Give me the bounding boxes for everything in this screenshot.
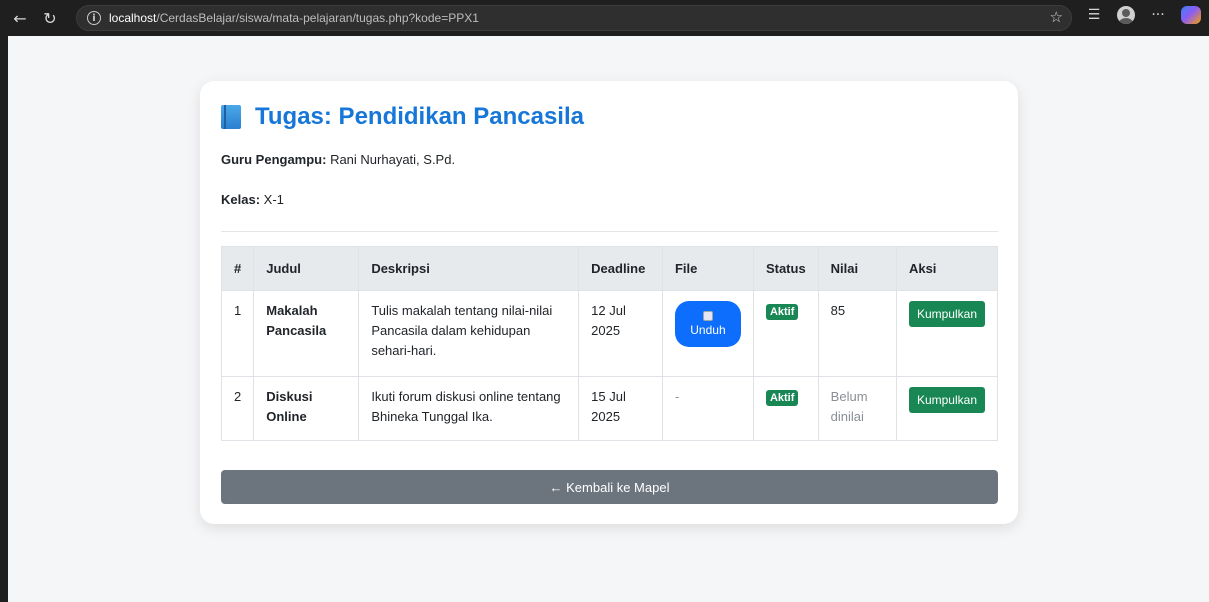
teacher-label: Guru Pengampu: [221, 152, 327, 167]
back-arrow-icon[interactable]: ← [8, 6, 32, 30]
cell-deskripsi: Ikuti forum diskusi online tentang Bhine… [358, 376, 580, 441]
cell-no: 1 [220, 290, 255, 377]
cell-no: 2 [220, 376, 255, 441]
book-icon [221, 105, 241, 129]
cell-judul: Makalah Pancasila [253, 290, 360, 377]
cell-aksi: Kumpulkan [895, 376, 999, 441]
cell-file: - [661, 376, 754, 441]
table-row: 2 Diskusi Online Ikuti forum diskusi onl… [220, 376, 999, 441]
reload-icon[interactable]: ↻ [38, 6, 62, 30]
header-judul: Judul [253, 246, 360, 291]
browser-toolbar: ← ↻ i localhost/CerdasBelajar/siswa/mata… [0, 0, 1209, 36]
header-deskripsi: Deskripsi [358, 246, 580, 291]
back-to-subject-button[interactable]: ← Kembali ke Mapel [221, 470, 998, 504]
submit-button[interactable]: Kumpulkan [908, 387, 985, 413]
cell-nilai: 85 [817, 290, 897, 377]
cell-status: Aktif [752, 376, 819, 441]
status-badge: Aktif [765, 390, 799, 406]
favorites-list-icon[interactable]: ☰ [1085, 7, 1103, 23]
page-viewport: Tugas: Pendidikan Pancasila Guru Pengamp… [8, 36, 1209, 602]
cell-deskripsi: Tulis makalah tentang nilai-nilai Pancas… [358, 290, 580, 377]
cell-deadline: 12 Jul 2025 [578, 290, 663, 377]
task-card: Tugas: Pendidikan Pancasila Guru Pengamp… [200, 81, 1018, 524]
class-info: Kelas: X-1 [221, 192, 284, 207]
cell-status: Aktif [752, 290, 819, 377]
teacher-info: Guru Pengampu: Rani Nurhayati, S.Pd. [221, 152, 455, 167]
table-header-row: # Judul Deskripsi Deadline File Status N… [220, 246, 999, 291]
url-path: /CerdasBelajar/siswa/mata-pelajaran/tuga… [156, 11, 479, 25]
table-row: 1 Makalah Pancasila Tulis makalah tentan… [220, 290, 999, 377]
copilot-icon[interactable] [1181, 6, 1201, 24]
header-file: File [661, 246, 754, 291]
class-label: Kelas: [221, 192, 261, 207]
cell-nilai: Belum dinilai [817, 376, 897, 441]
window-edge [0, 36, 8, 602]
favorite-star-icon[interactable]: ☆ [1050, 8, 1063, 26]
submit-button[interactable]: Kumpulkan [908, 301, 985, 327]
cell-deadline: 15 Jul 2025 [578, 376, 663, 441]
page-title: Tugas: Pendidikan Pancasila [255, 103, 584, 130]
header-no: # [220, 246, 255, 291]
cell-file: Unduh [661, 290, 754, 377]
url-text[interactable]: localhost/CerdasBelajar/siswa/mata-pelaj… [109, 11, 479, 25]
download-button[interactable]: Unduh [674, 301, 741, 347]
profile-avatar-icon[interactable] [1117, 6, 1135, 24]
divider [221, 231, 998, 232]
url-host: localhost [109, 11, 157, 25]
title-row: Tugas: Pendidikan Pancasila [221, 103, 584, 131]
class-value: X-1 [260, 192, 284, 207]
cell-aksi: Kumpulkan [895, 290, 999, 377]
header-deadline: Deadline [578, 246, 663, 291]
cell-judul: Diskusi Online [253, 376, 360, 441]
status-badge: Aktif [765, 304, 799, 320]
info-icon[interactable]: i [87, 11, 101, 25]
document-icon [702, 310, 713, 321]
header-status: Status [752, 246, 819, 291]
teacher-name: Rani Nurhayati, S.Pd. [326, 152, 456, 167]
download-label: Unduh [690, 322, 726, 337]
header-nilai: Nilai [817, 246, 897, 291]
header-aksi: Aksi [895, 246, 999, 291]
more-menu-icon[interactable]: ··· [1149, 7, 1167, 23]
task-table: # Judul Deskripsi Deadline File Status N… [220, 246, 999, 441]
address-bar[interactable]: i localhost/CerdasBelajar/siswa/mata-pel… [76, 5, 1072, 31]
